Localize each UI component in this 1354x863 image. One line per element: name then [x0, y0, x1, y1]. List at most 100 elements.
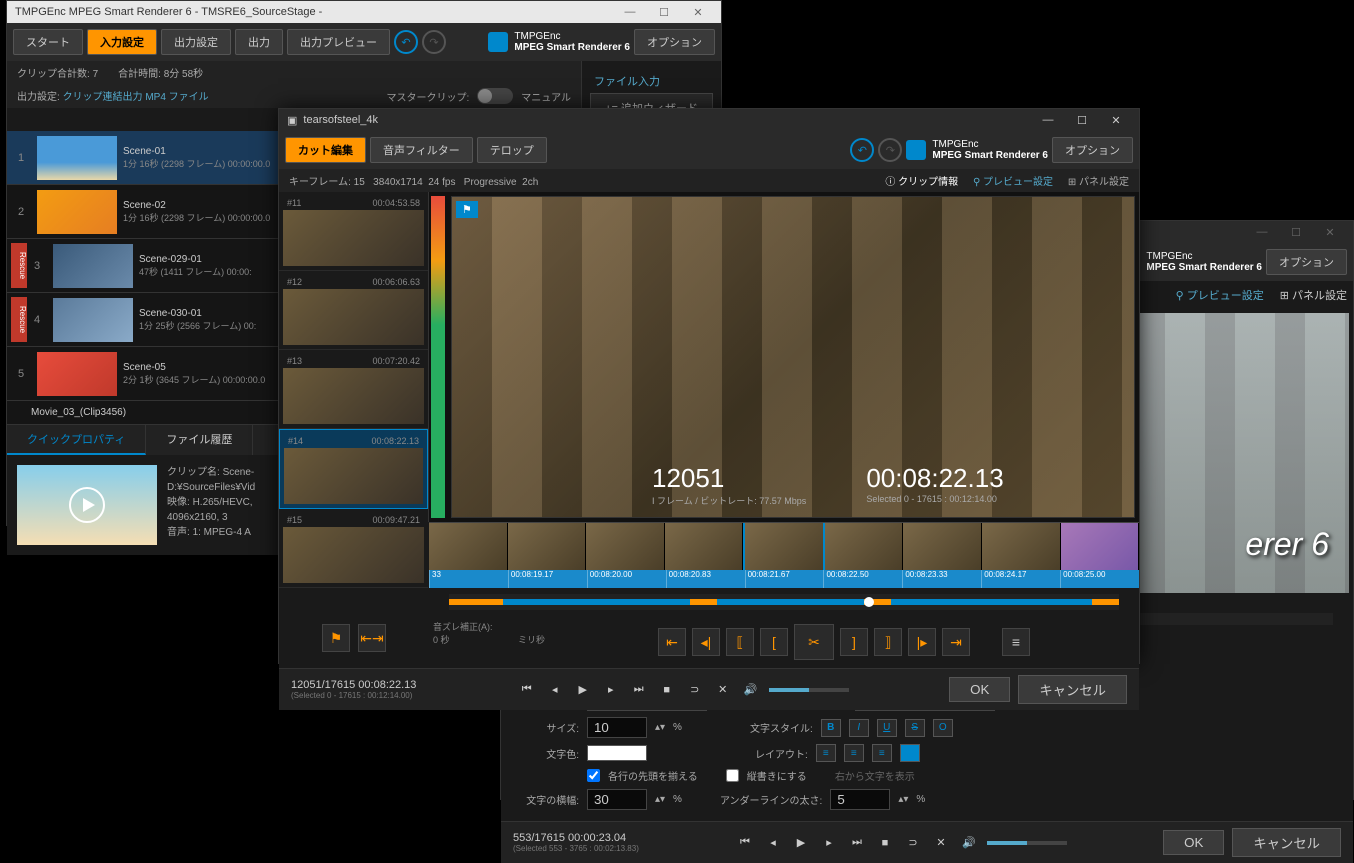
keyframe-item[interactable]: #1200:06:06.63	[279, 271, 428, 350]
scrub-handle[interactable]	[864, 597, 874, 607]
volume-icon[interactable]: 🔊	[741, 680, 761, 700]
set-out-icon[interactable]: ]	[840, 628, 868, 656]
option-button[interactable]: オプション	[1052, 137, 1133, 163]
step-fwd-icon[interactable]: ▸	[601, 680, 621, 700]
keyframe-item[interactable]: #1500:09:47.21	[279, 509, 428, 588]
maximize-button[interactable]: ☐	[649, 3, 679, 21]
redo-icon[interactable]: ↷	[878, 138, 902, 162]
minimize-button[interactable]: —	[1033, 111, 1063, 129]
preview-settings-link[interactable]: ⚲ プレビュー設定	[973, 177, 1053, 188]
w3-playback-bar: 553/17615 00:00:23.04 (Selected 553 - 37…	[501, 821, 1353, 863]
close-button[interactable]: ✕	[683, 3, 713, 21]
cut-icon[interactable]: ✂	[794, 624, 834, 660]
close-button[interactable]: ✕	[1101, 111, 1131, 129]
cancel-button[interactable]: キャンセル	[1232, 828, 1341, 857]
mark-out-icon[interactable]: ⟧	[874, 628, 902, 656]
step-back-icon[interactable]: ◂|	[692, 628, 720, 656]
outline-button[interactable]: O	[933, 719, 953, 737]
clip-thumbnail	[37, 190, 117, 234]
tab-cut-edit[interactable]: カット編集	[285, 137, 366, 163]
mark-in-icon[interactable]: ⟦	[726, 628, 754, 656]
output-button[interactable]: 出力	[235, 29, 283, 55]
panel-settings-link[interactable]: ⊞ パネル設定	[1068, 177, 1129, 188]
step-back-icon[interactable]: ◂	[545, 680, 565, 700]
skip-start-icon[interactable]: ⏮	[517, 680, 537, 700]
undo-icon[interactable]: ↶	[850, 138, 874, 162]
strike-button[interactable]: S	[905, 719, 925, 737]
align-left-icon[interactable]: ≡	[816, 744, 836, 762]
underline-input[interactable]	[830, 789, 890, 810]
output-settings-button[interactable]: 出力設定	[161, 29, 231, 55]
timeline-thumbnails[interactable]	[429, 522, 1139, 570]
volume-slider[interactable]	[769, 688, 849, 692]
loop-icon[interactable]: ⊃	[685, 680, 705, 700]
master-clip-toggle[interactable]	[477, 88, 513, 104]
italic-button[interactable]: I	[849, 719, 869, 737]
play-icon[interactable]: ▶	[791, 833, 811, 853]
panel-settings-link[interactable]: ⊞ パネル設定	[1280, 287, 1347, 303]
volume-icon[interactable]: 🔊	[959, 833, 979, 853]
volume-slider[interactable]	[987, 841, 1067, 845]
skip-end-icon[interactable]: ⏭	[629, 680, 649, 700]
option-button[interactable]: オプション	[634, 29, 715, 55]
scrubber[interactable]	[449, 594, 1119, 610]
start-button[interactable]: スタート	[13, 29, 83, 55]
spinner-icon[interactable]: ▴▾	[898, 794, 908, 805]
property-thumbnail[interactable]	[17, 465, 157, 545]
spinner-icon[interactable]: ▴▾	[655, 722, 665, 733]
mute-close-icon[interactable]: ✕	[931, 833, 951, 853]
align-heads-checkbox[interactable]	[587, 769, 600, 782]
output-preview-button[interactable]: 出力プレビュー	[287, 29, 390, 55]
mute-close-icon[interactable]: ✕	[713, 680, 733, 700]
maximize-button[interactable]: ☐	[1281, 223, 1311, 241]
ok-button[interactable]: OK	[949, 677, 1010, 702]
timeline-ruler[interactable]: 3300:08:19.1700:08:20.00 00:08:20.8300:0…	[429, 570, 1139, 588]
stop-icon[interactable]: ■	[657, 680, 677, 700]
main-toolbar: スタート 入力設定 出力設定 出力 出力プレビュー ↶ ↷ TMPGEncMPE…	[7, 23, 721, 61]
stop-icon[interactable]: ■	[875, 833, 895, 853]
bold-button[interactable]: B	[821, 719, 841, 737]
option-button[interactable]: オプション	[1266, 249, 1347, 275]
tab-audio-filter[interactable]: 音声フィルター	[370, 137, 473, 163]
spacing-input[interactable]	[587, 789, 647, 810]
set-in-icon[interactable]: [	[760, 628, 788, 656]
minimize-button[interactable]: —	[1247, 223, 1277, 241]
clip-info-link[interactable]: ⓘ クリップ情報	[885, 177, 958, 188]
prev-keyframe-icon[interactable]: ⇤	[658, 628, 686, 656]
skip-start-icon[interactable]: ⏮	[735, 833, 755, 853]
skip-end-icon[interactable]: ⏭	[847, 833, 867, 853]
next-keyframe-icon[interactable]: ⇥	[942, 628, 970, 656]
step-fwd-icon[interactable]: ▸	[819, 833, 839, 853]
underline-button[interactable]: U	[877, 719, 897, 737]
loop-icon[interactable]: ⊃	[903, 833, 923, 853]
redo-icon[interactable]: ↷	[422, 30, 446, 54]
minimize-button[interactable]: —	[615, 3, 645, 21]
vertical-checkbox[interactable]	[726, 769, 739, 782]
undo-icon[interactable]: ↶	[394, 30, 418, 54]
spinner-icon[interactable]: ▴▾	[655, 794, 665, 805]
flag-button[interactable]: ⚑	[322, 624, 350, 652]
align-right-icon[interactable]: ≡	[872, 744, 892, 762]
maximize-button[interactable]: ☐	[1067, 111, 1097, 129]
size-input[interactable]	[587, 717, 647, 738]
close-button[interactable]: ✕	[1315, 223, 1345, 241]
align-justify-icon[interactable]: ▦	[900, 744, 920, 762]
input-settings-button[interactable]: 入力設定	[87, 29, 157, 55]
tab-file-history[interactable]: ファイル履歴	[146, 425, 253, 455]
ok-button[interactable]: OK	[1163, 830, 1224, 855]
step-fwd-icon[interactable]: |▸	[908, 628, 936, 656]
keyframe-item[interactable]: #1100:04:53.58	[279, 192, 428, 271]
range-button[interactable]: ⇤⇥	[358, 624, 386, 652]
preview-settings-link[interactable]: ⚲ プレビュー設定	[1176, 287, 1264, 303]
play-icon[interactable]: ▶	[573, 680, 593, 700]
align-center-icon[interactable]: ≡	[844, 744, 864, 762]
tab-quick-property[interactable]: クイックプロパティ	[7, 425, 146, 455]
cancel-button[interactable]: キャンセル	[1018, 675, 1127, 704]
keyframe-item[interactable]: #1400:08:22.13	[279, 429, 428, 509]
tab-telop[interactable]: テロップ	[477, 137, 547, 163]
step-back-icon[interactable]: ◂	[763, 833, 783, 853]
menu-icon[interactable]: ≡	[1002, 628, 1030, 656]
keyframe-item[interactable]: #1300:07:20.42	[279, 350, 428, 429]
color-swatch[interactable]	[587, 745, 647, 761]
video-preview[interactable]: ⚑ 12051 I フレーム / ビットレート: 77.57 Mbps 00:0…	[451, 196, 1135, 518]
